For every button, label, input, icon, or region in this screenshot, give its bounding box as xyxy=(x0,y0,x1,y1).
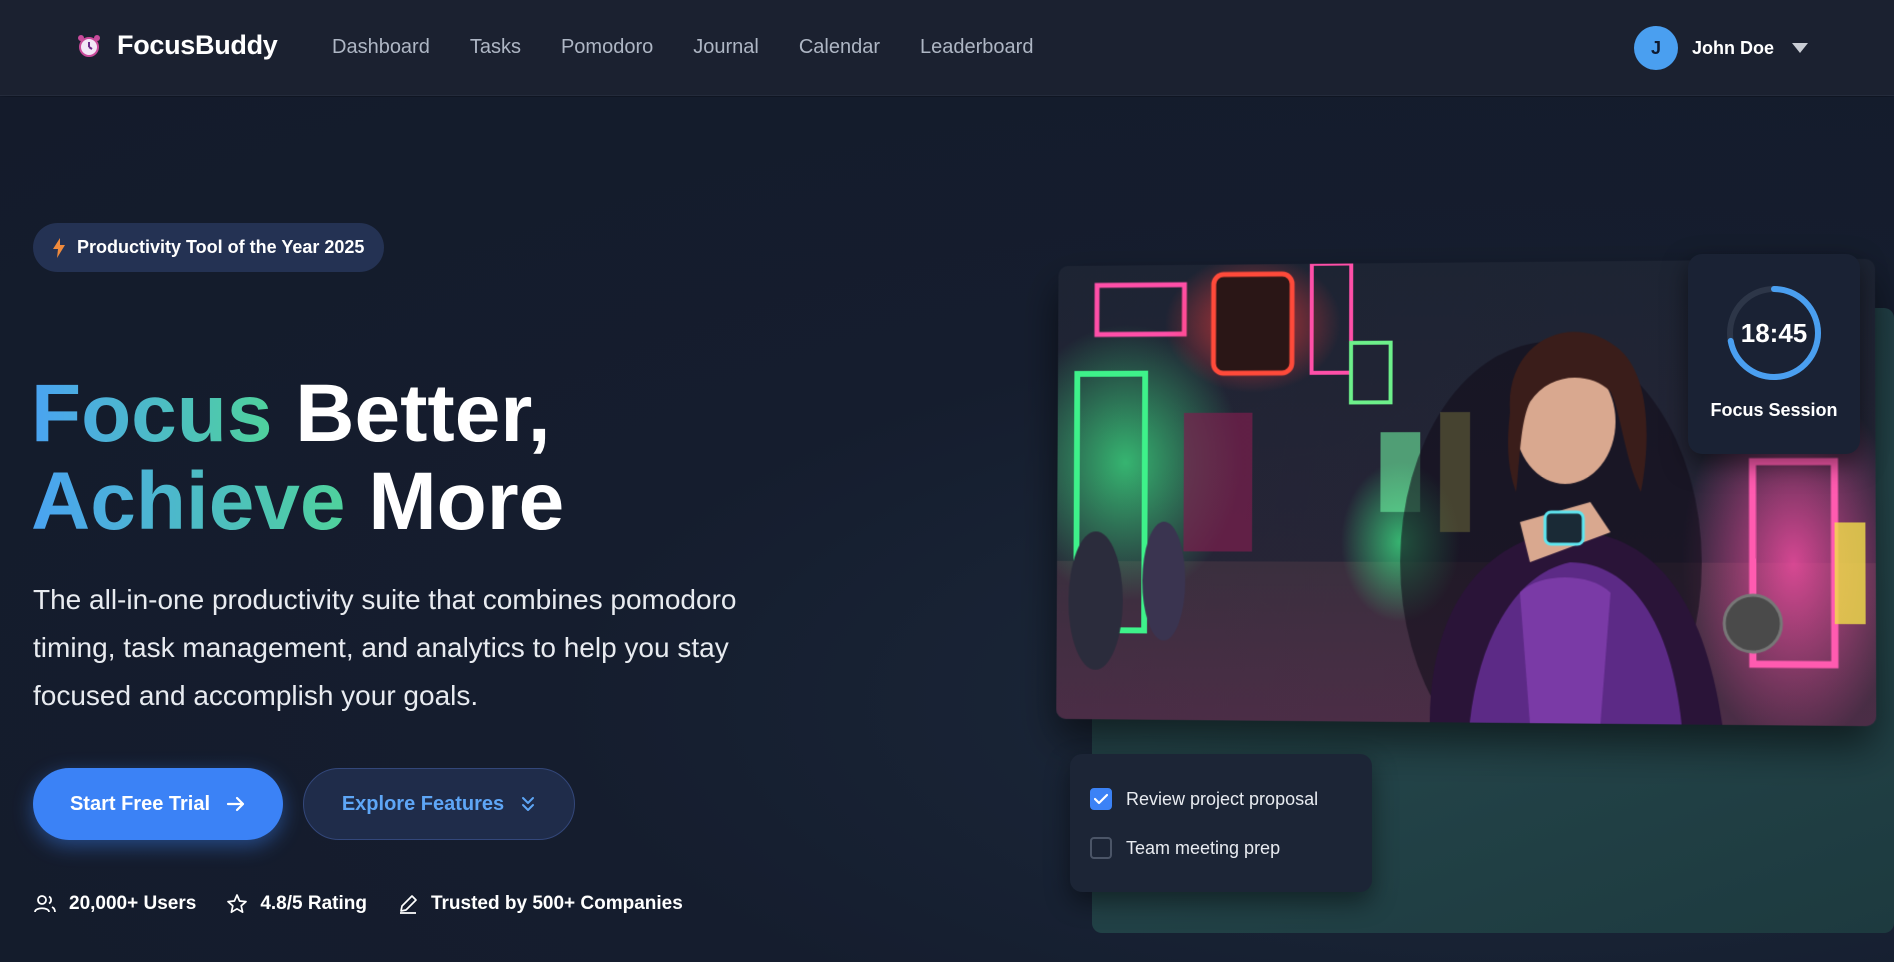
start-free-trial-button[interactable]: Start Free Trial xyxy=(33,768,283,840)
nav-link-calendar[interactable]: Calendar xyxy=(799,36,880,59)
stat-users: 20,000+ Users xyxy=(33,893,196,915)
nav-link-dashboard[interactable]: Dashboard xyxy=(332,36,430,59)
arrow-right-icon xyxy=(226,796,245,812)
nav-links: Dashboard Tasks Pomodoro Journal Calenda… xyxy=(332,36,1033,59)
stat-rating: 4.8/5 Rating xyxy=(226,893,367,915)
hero-stats: 20,000+ Users 4.8/5 Rating Trusted by 50… xyxy=(33,893,683,915)
stat-companies-label: Trusted by 500+ Companies xyxy=(430,893,683,914)
stat-companies: Trusted by 500+ Companies xyxy=(397,893,683,915)
brand-logo[interactable]: FocusBuddy xyxy=(75,30,278,61)
alarm-clock-icon xyxy=(78,34,100,57)
timer-time: 18:45 xyxy=(1740,317,1808,348)
avatar[interactable]: J xyxy=(1633,26,1678,70)
chevrons-down-icon xyxy=(522,797,535,811)
top-navbar: FocusBuddy Dashboard Tasks Pomodoro Jour… xyxy=(0,0,1894,96)
headline-text-2: More xyxy=(368,456,565,547)
task-label: Review project proposal xyxy=(1126,788,1319,809)
task-list-card: Review project proposal Team meeting pre… xyxy=(1070,754,1372,892)
nav-link-pomodoro[interactable]: Pomodoro xyxy=(561,36,653,59)
caret-down-icon[interactable] xyxy=(1792,43,1808,53)
task-label: Team meeting prep xyxy=(1126,837,1281,858)
users-icon xyxy=(34,895,56,913)
headline-accent-2: Achieve xyxy=(31,456,346,547)
timer-label: Focus Session xyxy=(1710,400,1838,420)
star-icon xyxy=(227,894,248,914)
nav-link-leaderboard[interactable]: Leaderboard xyxy=(920,36,1033,59)
hero-headline: Focus Better, Achieve More xyxy=(31,370,564,546)
lightning-icon xyxy=(53,237,65,258)
user-name[interactable]: John Doe xyxy=(1692,38,1774,59)
hero-subtitle: The all-in-one productivity suite that c… xyxy=(33,584,737,711)
nav-link-journal[interactable]: Journal xyxy=(693,36,759,59)
headline-accent-1: Focus xyxy=(31,368,273,459)
stat-users-label: 20,000+ Users xyxy=(69,893,197,914)
badge-label: Productivity Tool of the Year 2025 xyxy=(77,237,365,257)
stat-rating-label: 4.8/5 Rating xyxy=(260,893,367,914)
pen-icon xyxy=(399,895,417,914)
award-badge: Productivity Tool of the Year 2025 xyxy=(33,223,385,272)
explore-features-label: Explore Features xyxy=(341,792,505,815)
brand-name: FocusBuddy xyxy=(117,30,278,60)
focus-timer-card[interactable]: 18:45 Focus Session xyxy=(1688,254,1860,454)
start-free-trial-label: Start Free Trial xyxy=(69,792,211,815)
checkbox-checked-icon[interactable] xyxy=(1090,788,1112,810)
task-item[interactable]: Review project proposal xyxy=(1090,786,1352,812)
nav-link-tasks[interactable]: Tasks xyxy=(470,36,521,59)
checkmark-icon xyxy=(1094,793,1108,805)
timer-progress-ring: 18:45 xyxy=(1725,284,1823,382)
user-menu[interactable]: J John Doe xyxy=(1633,26,1808,70)
task-item[interactable]: Team meeting prep xyxy=(1090,835,1352,861)
checkbox-unchecked-icon[interactable] xyxy=(1090,837,1112,859)
explore-features-button[interactable]: Explore Features xyxy=(303,768,575,840)
headline-text-1: Better, xyxy=(295,368,551,459)
